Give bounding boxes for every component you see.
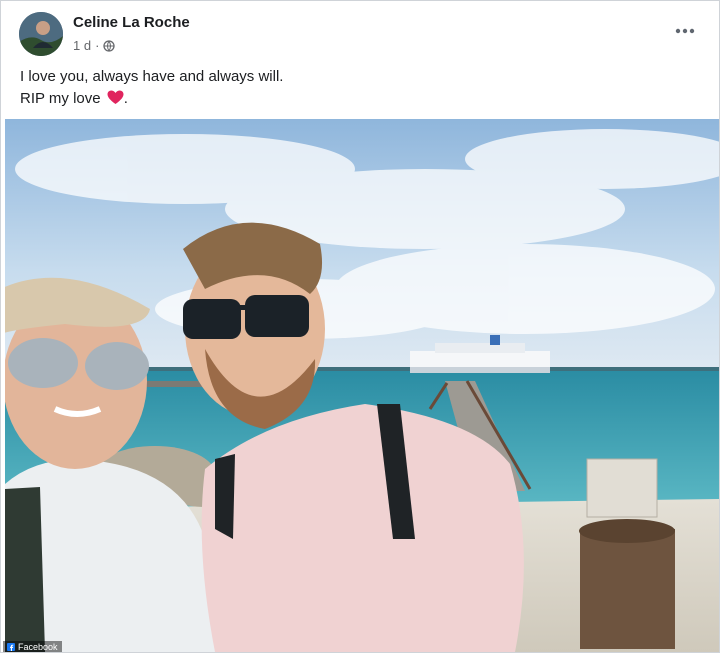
facebook-watermark: Facebook	[3, 641, 62, 652]
caption-line-2: RIP my love .	[20, 88, 283, 110]
post-timestamp[interactable]: 1 d	[73, 38, 91, 53]
post-header: Celine La Roche 1 d · I love you, always…	[1, 1, 719, 119]
meta-separator: ·	[95, 38, 100, 53]
heart-icon	[107, 90, 124, 104]
author-avatar[interactable]	[19, 12, 63, 56]
caption-suffix: .	[123, 90, 128, 107]
post-meta: 1 d ·	[73, 38, 116, 53]
author-name[interactable]: Celine La Roche	[73, 14, 190, 31]
more-options-icon	[675, 28, 695, 34]
facebook-logo-icon	[7, 643, 15, 651]
photo-scene	[5, 119, 719, 652]
facebook-post: Celine La Roche 1 d · I love you, always…	[0, 0, 720, 653]
caption-line-1: I love you, always have and always will.	[20, 68, 284, 85]
more-options-button[interactable]	[667, 17, 703, 45]
globe-icon[interactable]	[103, 39, 116, 52]
watermark-text: Facebook	[18, 642, 58, 652]
concrete-block	[586, 458, 658, 518]
avatar-image	[19, 12, 63, 56]
wooden-stump	[579, 519, 675, 649]
post-photo[interactable]	[5, 119, 719, 652]
caption-line-2-text: RIP my love	[20, 90, 101, 107]
post-caption: I love you, always have and always will.…	[20, 66, 283, 110]
